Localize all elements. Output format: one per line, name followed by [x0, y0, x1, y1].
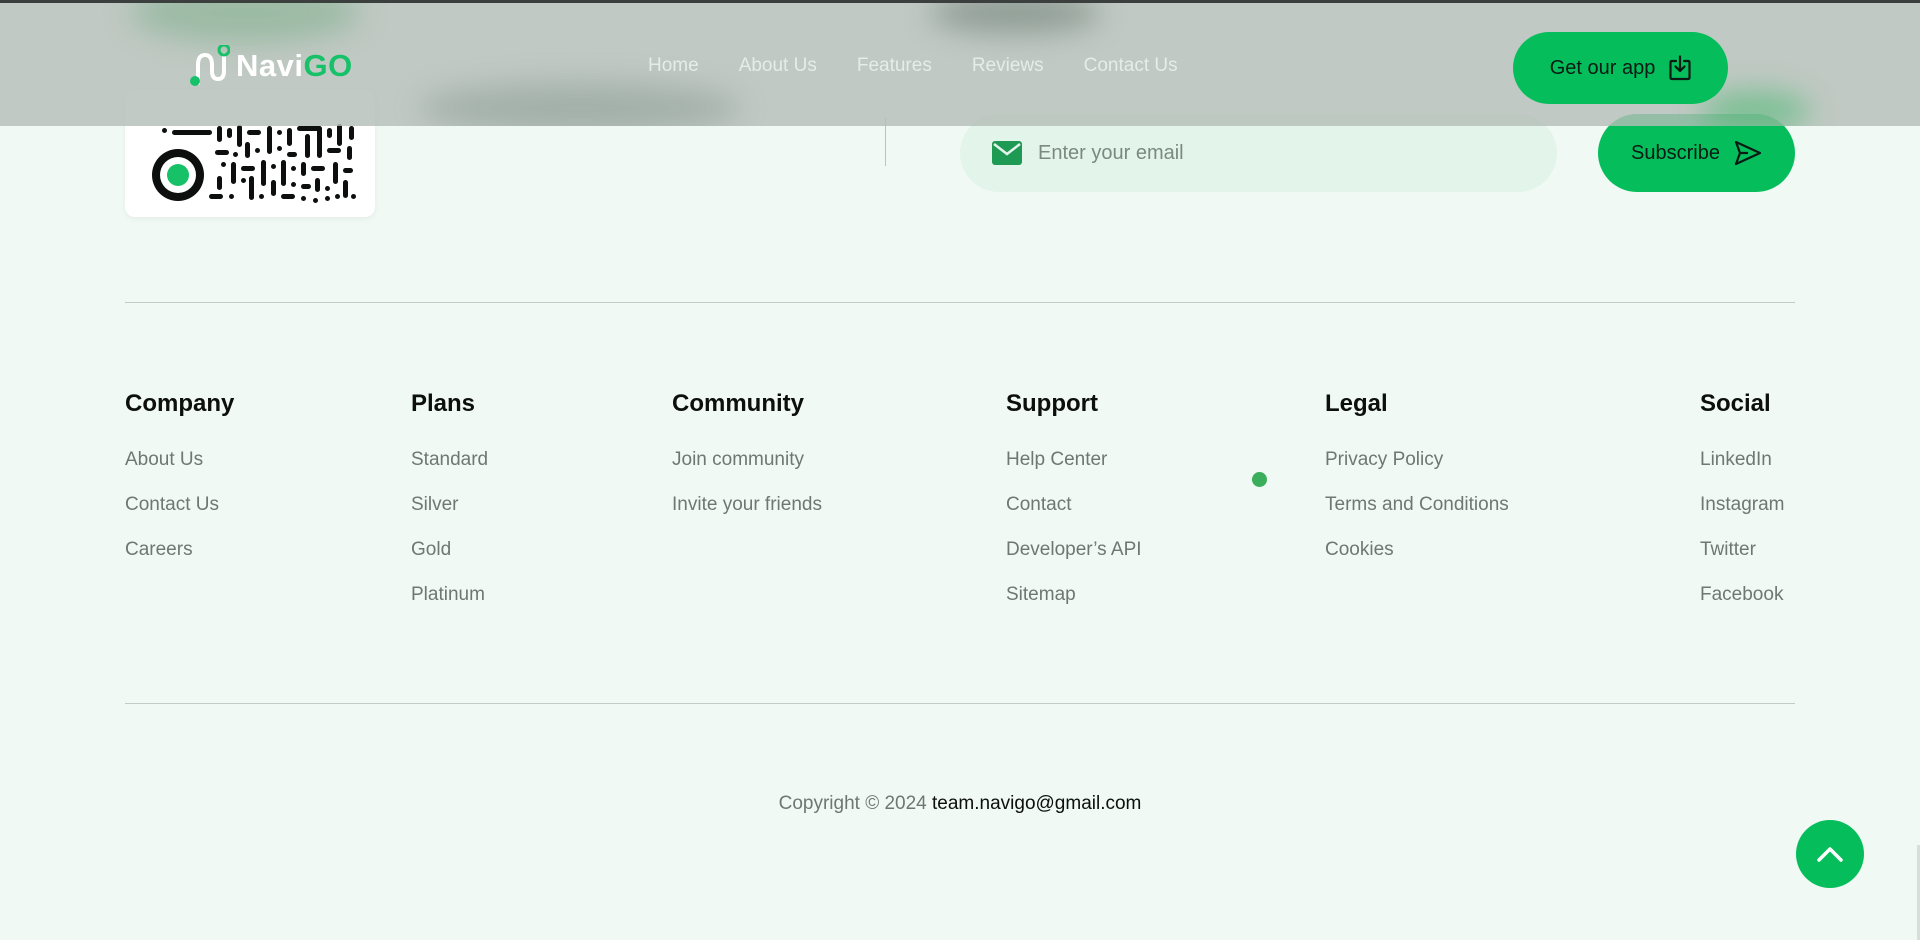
header-backdrop-shape	[420, 83, 740, 126]
subscribe-button-label: Subscribe	[1631, 141, 1720, 164]
footer-link-contact[interactable]: Contact	[1006, 493, 1142, 517]
column-title: Community	[672, 390, 804, 417]
site-logo[interactable]: NaviGO	[190, 45, 353, 87]
footer-link-instagram[interactable]: Instagram	[1700, 493, 1784, 517]
footer-link-twitter[interactable]: Twitter	[1700, 538, 1784, 562]
copyright: Copyright © 2024 team.navigo@gmail.com	[0, 793, 1920, 815]
footer-column-company: Company About Us Contact Us Careers	[125, 390, 234, 583]
footer-column-community: Community Join community Invite your fri…	[672, 390, 822, 538]
footer-link-terms[interactable]: Terms and Conditions	[1325, 493, 1509, 517]
footer-link-developers-api[interactable]: Developer’s API	[1006, 538, 1142, 562]
brand-name: NaviGO	[236, 48, 353, 84]
brand-name-part1: Navi	[236, 48, 304, 83]
get-app-button[interactable]: Get our app	[1513, 32, 1728, 104]
scroll-to-top-button[interactable]	[1796, 820, 1864, 888]
footer-link-silver[interactable]: Silver	[411, 493, 488, 517]
footer-link-help-center[interactable]: Help Center	[1006, 448, 1142, 472]
header-backdrop-shape	[1700, 91, 1810, 126]
footer-link-join-community[interactable]: Join community	[672, 448, 822, 472]
column-title: Legal	[1325, 390, 1388, 417]
footer-link-facebook[interactable]: Facebook	[1700, 583, 1784, 607]
column-title: Social	[1700, 390, 1771, 417]
footer-link-standard[interactable]: Standard	[411, 448, 488, 472]
footer-column-support: Support Help Center Contact Developer’s …	[1006, 390, 1142, 628]
decorative-dot	[1252, 472, 1267, 487]
nav-contact-us[interactable]: Contact Us	[1084, 55, 1178, 77]
footer-link-privacy-policy[interactable]: Privacy Policy	[1325, 448, 1509, 472]
footer-link-careers[interactable]: Careers	[125, 538, 234, 562]
chevron-up-icon	[1817, 847, 1843, 862]
nav-home[interactable]: Home	[648, 55, 699, 77]
footer-link-invite-friends[interactable]: Invite your friends	[672, 493, 822, 517]
brand-name-part2: GO	[303, 48, 353, 83]
footer-column-social: Social LinkedIn Instagram Twitter Facebo…	[1700, 390, 1784, 628]
footer-link-sitemap[interactable]: Sitemap	[1006, 583, 1142, 607]
nav-about-us[interactable]: About Us	[739, 55, 817, 77]
footer-link-platinum[interactable]: Platinum	[411, 583, 488, 607]
column-title: Company	[125, 390, 235, 417]
get-app-button-label: Get our app	[1549, 56, 1656, 79]
footer-link-linkedin[interactable]: LinkedIn	[1700, 448, 1784, 472]
column-title: Plans	[411, 390, 476, 417]
header-backdrop-shape	[130, 3, 360, 43]
footer-link-about-us[interactable]: About Us	[125, 448, 234, 472]
main-nav: Home About Us Features Reviews Contact U…	[648, 55, 1178, 77]
mail-icon	[992, 141, 1022, 165]
copyright-text: Copyright © 2024	[778, 793, 927, 814]
send-icon	[1734, 140, 1762, 166]
contact-email-link[interactable]: team.navigo@gmail.com	[932, 793, 1141, 814]
header-backdrop-shape	[930, 3, 1100, 33]
footer-divider-bottom	[125, 703, 1795, 704]
column-title: Support	[1006, 390, 1098, 417]
footer-column-legal: Legal Privacy Policy Terms and Condition…	[1325, 390, 1509, 583]
nav-reviews[interactable]: Reviews	[972, 55, 1044, 77]
footer-link-contact-us[interactable]: Contact Us	[125, 493, 234, 517]
download-icon	[1669, 55, 1691, 81]
footer-link-gold[interactable]: Gold	[411, 538, 488, 562]
email-input[interactable]	[1038, 141, 1518, 165]
footer-column-plans: Plans Standard Silver Gold Platinum	[411, 390, 488, 628]
footer-divider-top	[125, 302, 1795, 303]
footer-link-cookies[interactable]: Cookies	[1325, 538, 1509, 562]
nav-features[interactable]: Features	[857, 55, 932, 77]
site-header: NaviGO Home About Us Features Reviews Co…	[0, 0, 1920, 126]
logo-icon	[190, 45, 230, 86]
